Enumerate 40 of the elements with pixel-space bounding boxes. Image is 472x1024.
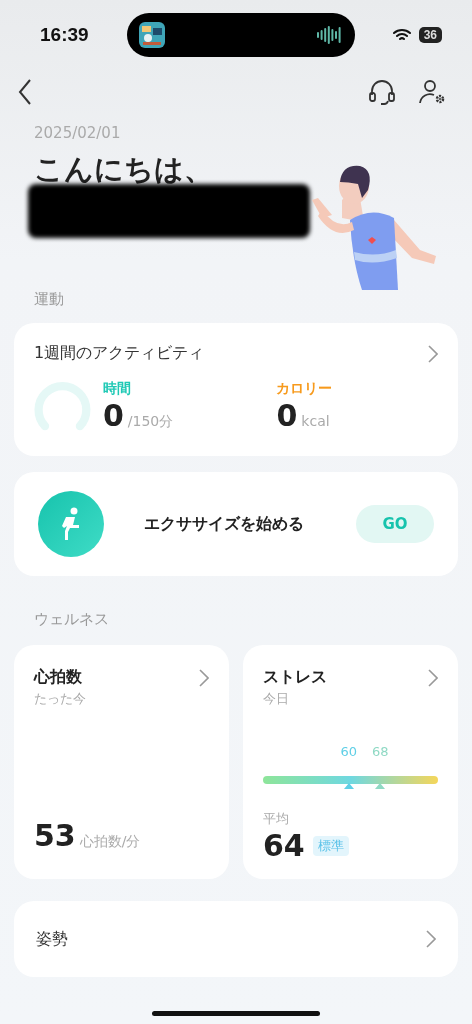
greeting: こんにちは、 (34, 154, 214, 184)
stress-card[interactable]: ストレス 今日 60 68 平均 64 標準 (243, 645, 458, 879)
metric-value: 0 (276, 397, 298, 433)
card-title: 1週間のアクティビティ (34, 343, 205, 364)
waveform-icon (316, 25, 343, 45)
card-title: ストレス (263, 667, 327, 688)
metric-unit: kcal (301, 412, 330, 429)
card-subtitle: 今日 (263, 690, 290, 708)
heart-rate-unit: 心拍数/分 (79, 833, 141, 849)
status-tag: 標準 (312, 835, 349, 856)
activity-card[interactable]: 1週間のアクティビティ 時間 0/150分 カロリー 0 kcal (14, 323, 458, 456)
chevron-right-icon[interactable] (428, 344, 438, 363)
exercise-label: エクササイズを始める (144, 513, 305, 535)
stress-value: 64 (263, 828, 305, 863)
section-title: ウェルネス (33, 610, 110, 629)
average-label: 平均 (263, 810, 290, 828)
date-label: 2025/02/01 (34, 124, 122, 142)
marker-label: 68 (372, 744, 389, 759)
headset-icon[interactable] (368, 78, 396, 106)
metric-value: 0 (102, 397, 124, 433)
card-subtitle: たった今 (34, 690, 87, 708)
section-title: 運動 (33, 290, 65, 309)
exercise-card[interactable]: エクササイズを始める GO (14, 472, 458, 576)
heart-rate-value: 53 (34, 818, 76, 853)
posture-card[interactable]: 姿勢 (14, 901, 458, 977)
wifi-icon (392, 28, 411, 42)
chevron-right-icon[interactable] (426, 930, 436, 948)
card-title: 心拍数 (34, 667, 82, 688)
marker-label: 60 (340, 744, 357, 759)
chevron-right-icon[interactable] (199, 668, 209, 687)
metric-unit: /150分 (127, 412, 174, 429)
metric-label: 時間 (102, 379, 132, 398)
status-time: 16:39 (40, 24, 89, 46)
heart-rate-card[interactable]: 心拍数 たった今 53 心拍数/分 (14, 645, 229, 879)
back-icon[interactable] (18, 79, 32, 105)
metric-label: カロリー (276, 379, 334, 398)
card-title: 姿勢 (36, 928, 68, 950)
user-settings-icon[interactable] (418, 78, 446, 106)
battery-level: 36 (418, 27, 442, 43)
chevron-right-icon[interactable] (428, 668, 438, 687)
